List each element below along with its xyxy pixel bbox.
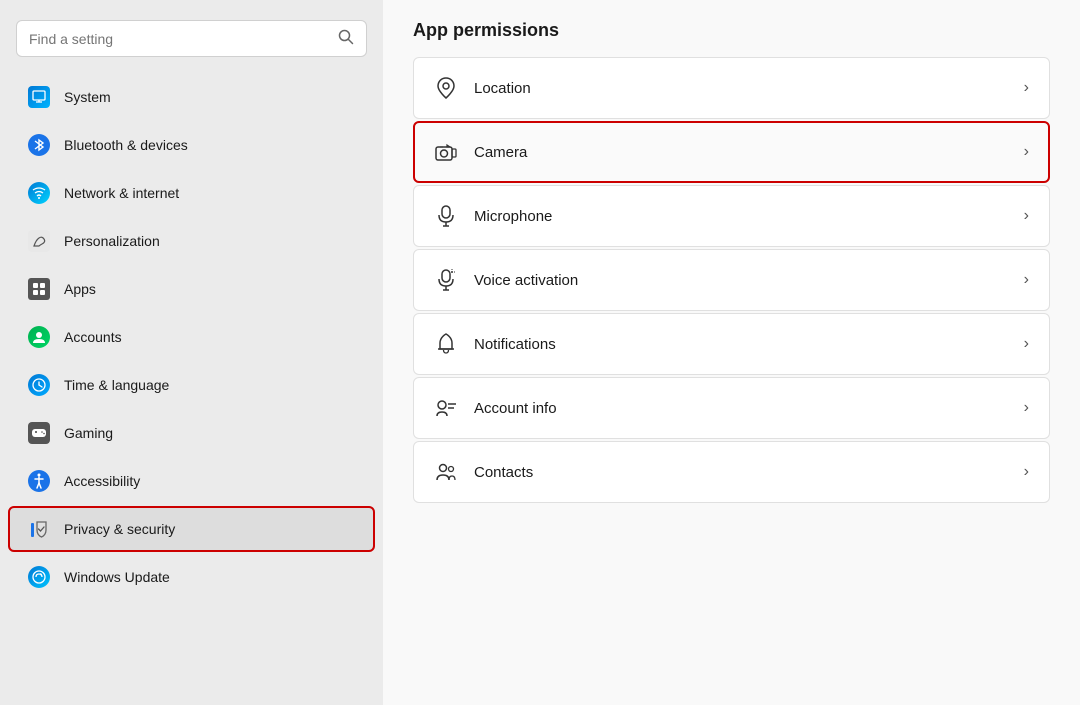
sidebar: System Bluetooth & devices Network & int… xyxy=(0,0,383,705)
sidebar-label-privacy: Privacy & security xyxy=(64,521,175,537)
sidebar-item-apps[interactable]: Apps xyxy=(8,266,375,312)
accessibility-icon xyxy=(28,470,50,492)
voice-chevron: › xyxy=(1024,271,1029,289)
notifications-chevron: › xyxy=(1024,335,1029,353)
camera-icon xyxy=(434,140,458,164)
apps-icon xyxy=(28,278,50,300)
sidebar-label-time: Time & language xyxy=(64,377,169,393)
sidebar-label-accounts: Accounts xyxy=(64,329,122,345)
accounts-icon xyxy=(28,326,50,348)
permission-item-voice[interactable]: Voice activation › xyxy=(413,249,1050,311)
permission-label-camera: Camera xyxy=(474,144,1008,161)
search-input[interactable] xyxy=(29,31,330,47)
sidebar-item-update[interactable]: Windows Update xyxy=(8,554,375,600)
permission-item-microphone[interactable]: Microphone › xyxy=(413,185,1050,247)
contacts-chevron: › xyxy=(1024,463,1029,481)
sidebar-item-personalization[interactable]: Personalization xyxy=(8,218,375,264)
gaming-icon xyxy=(28,422,50,444)
permission-label-microphone: Microphone xyxy=(474,208,1008,225)
sidebar-item-gaming[interactable]: Gaming xyxy=(8,410,375,456)
sidebar-item-privacy[interactable]: Privacy & security xyxy=(8,506,375,552)
sidebar-item-bluetooth[interactable]: Bluetooth & devices xyxy=(8,122,375,168)
voice-icon xyxy=(434,268,458,292)
sidebar-item-accounts[interactable]: Accounts xyxy=(8,314,375,360)
bluetooth-icon xyxy=(28,134,50,156)
system-icon xyxy=(28,86,50,108)
permission-label-notifications: Notifications xyxy=(474,336,1008,353)
section-title: App permissions xyxy=(413,20,1050,41)
location-chevron: › xyxy=(1024,79,1029,97)
search-icon xyxy=(338,29,354,48)
microphone-icon xyxy=(434,204,458,228)
permission-item-camera[interactable]: Camera › xyxy=(413,121,1050,183)
sidebar-item-system[interactable]: System xyxy=(8,74,375,120)
accountinfo-icon xyxy=(434,396,458,420)
search-box[interactable] xyxy=(16,20,367,57)
accountinfo-chevron: › xyxy=(1024,399,1029,417)
permission-item-notifications[interactable]: Notifications › xyxy=(413,313,1050,375)
contacts-icon xyxy=(434,460,458,484)
permission-label-accountinfo: Account info xyxy=(474,400,1008,417)
sidebar-label-system: System xyxy=(64,89,111,105)
sidebar-label-bluetooth: Bluetooth & devices xyxy=(64,137,188,153)
sidebar-label-personalization: Personalization xyxy=(64,233,160,249)
sidebar-item-accessibility[interactable]: Accessibility xyxy=(8,458,375,504)
permission-label-voice: Voice activation xyxy=(474,272,1008,289)
permission-label-location: Location xyxy=(474,80,1008,97)
main-content: App permissions Location › xyxy=(383,0,1080,705)
location-icon xyxy=(434,76,458,100)
sidebar-item-time[interactable]: Time & language xyxy=(8,362,375,408)
permission-item-contacts[interactable]: Contacts › xyxy=(413,441,1050,503)
sidebar-label-apps: Apps xyxy=(64,281,96,297)
permission-label-contacts: Contacts xyxy=(474,464,1008,481)
search-container xyxy=(16,20,367,57)
permission-item-location[interactable]: Location › xyxy=(413,57,1050,119)
personalization-icon xyxy=(28,230,50,252)
sidebar-label-update: Windows Update xyxy=(64,569,170,585)
update-icon xyxy=(28,566,50,588)
sidebar-label-accessibility: Accessibility xyxy=(64,473,140,489)
permission-list: Location › Camera › xyxy=(413,57,1050,503)
microphone-chevron: › xyxy=(1024,207,1029,225)
network-icon xyxy=(28,182,50,204)
sidebar-label-network: Network & internet xyxy=(64,185,179,201)
privacy-icon xyxy=(28,518,50,540)
camera-chevron: › xyxy=(1024,143,1029,161)
sidebar-item-network[interactable]: Network & internet xyxy=(8,170,375,216)
permission-item-accountinfo[interactable]: Account info › xyxy=(413,377,1050,439)
time-icon xyxy=(28,374,50,396)
notifications-icon xyxy=(434,332,458,356)
sidebar-label-gaming: Gaming xyxy=(64,425,113,441)
